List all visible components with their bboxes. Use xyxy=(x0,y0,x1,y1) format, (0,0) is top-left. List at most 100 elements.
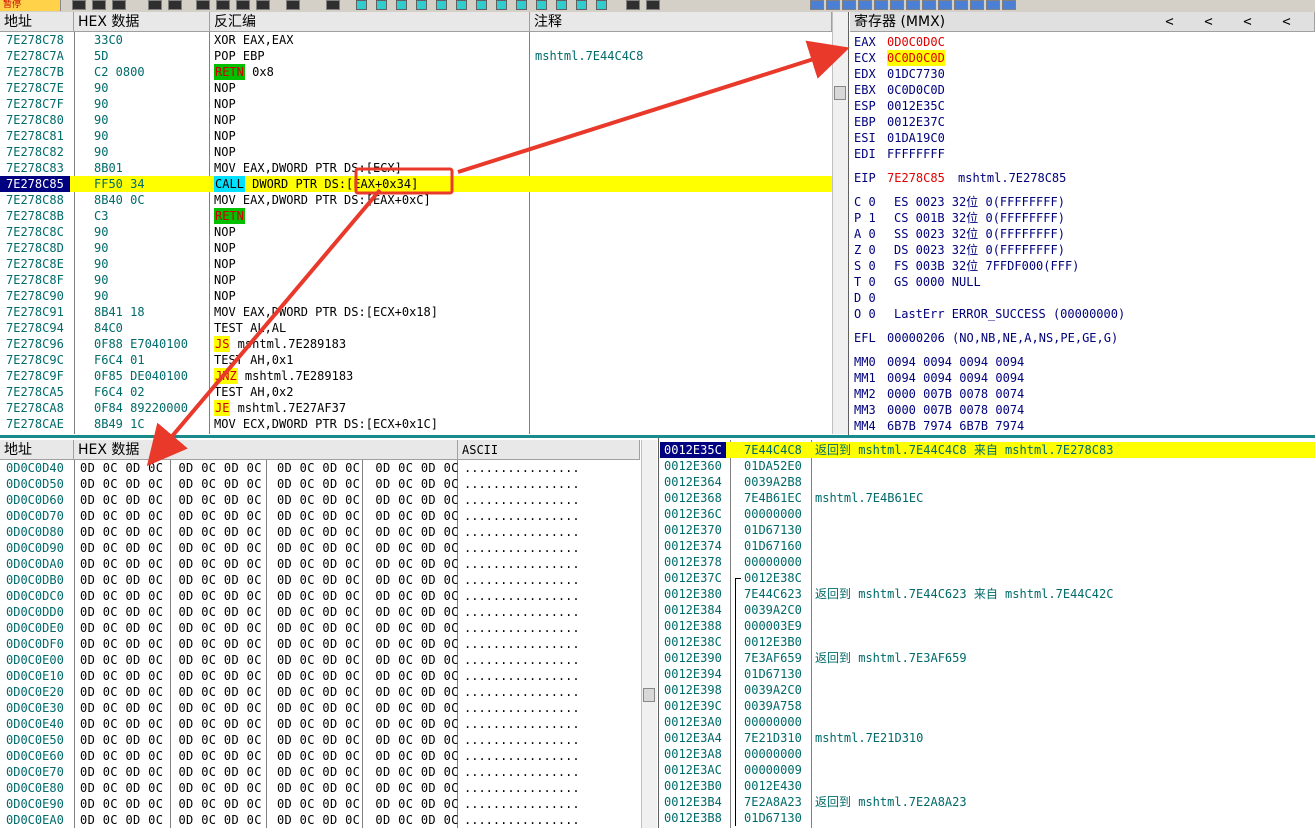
stack-address[interactable]: 0012E390 xyxy=(660,650,726,666)
toolbar-window-icon[interactable] xyxy=(826,0,840,10)
dump-address[interactable]: 0D0C0E20 xyxy=(6,684,64,700)
register-nav-arrow[interactable]: < xyxy=(1150,12,1189,31)
stack-address[interactable]: 0012E3B0 xyxy=(660,778,726,794)
dump-address[interactable]: 0D0C0E00 xyxy=(6,652,64,668)
dump-row[interactable]: 0D0C0D70 0D 0C 0D 0C 0D 0C 0D 0C 0D 0C 0D… xyxy=(0,508,640,524)
stack-row[interactable]: 0012E360 01DA52E0 xyxy=(660,458,1315,474)
stack-value[interactable]: 01D67160 xyxy=(744,538,802,554)
stack-value[interactable]: 00000000 xyxy=(744,554,802,570)
disasm-instruction[interactable]: RETN xyxy=(214,208,245,224)
dump-hex-bytes[interactable]: 0D 0C 0D 0C 0D 0C 0D 0C 0D 0C 0D 0C 0D 0… xyxy=(80,636,459,652)
toolbar-button-icon[interactable] xyxy=(72,0,86,10)
stack-row[interactable]: 0012E390 7E3AF659 返回到 mshtml.7E3AF659 xyxy=(660,650,1315,666)
disasm-instruction[interactable]: JE mshtml.7E27AF37 xyxy=(214,400,346,416)
toolbar-window-icon[interactable] xyxy=(1002,0,1016,10)
registers-header[interactable]: 寄存器 (MMX) <<<<< xyxy=(850,12,1315,32)
stack-pane[interactable]: 0012E35C 7E44C4C8 返回到 mshtml.7E44C4C8 来自 m… xyxy=(660,440,1315,828)
register-line[interactable]: T 0 GS 0000 NULL xyxy=(850,274,1315,290)
dump-address[interactable]: 0D0C0E30 xyxy=(6,700,64,716)
stack-address[interactable]: 0012E370 xyxy=(660,522,726,538)
stack-row[interactable]: 0012E3A8 00000000 xyxy=(660,746,1315,762)
dump-address[interactable]: 0D0C0E80 xyxy=(6,780,64,796)
toolbar-button-icon[interactable] xyxy=(256,0,270,10)
dump-ascii[interactable]: ................ xyxy=(464,700,580,716)
dump-ascii[interactable]: ................ xyxy=(464,460,580,476)
disasm-address[interactable]: 7E278C81 xyxy=(6,128,64,144)
register-line[interactable]: EIP 7E278C85 mshtml.7E278C85 xyxy=(850,170,1315,186)
disasm-row[interactable]: 7E278C82 90 NOP xyxy=(0,144,832,160)
disasm-instruction[interactable]: CALL DWORD PTR DS:[EAX+0x34] xyxy=(214,176,418,192)
toolbar-button-icon[interactable] xyxy=(168,0,182,10)
dump-scroll-thumb[interactable] xyxy=(643,688,655,702)
disasm-address[interactable]: 7E278C80 xyxy=(6,112,64,128)
disasm-row[interactable]: 7E278C80 90 NOP xyxy=(0,112,832,128)
register-nav-arrow[interactable]: < xyxy=(1267,12,1306,31)
stack-value[interactable]: 7E21D310 xyxy=(744,730,802,746)
disasm-row[interactable]: 7E278CA5 F6C4 02 TEST AH,0x2 xyxy=(0,384,832,400)
disasm-instruction[interactable]: MOV EAX,DWORD PTR DS:[ECX] xyxy=(214,160,402,176)
dump-hex-bytes[interactable]: 0D 0C 0D 0C 0D 0C 0D 0C 0D 0C 0D 0C 0D 0… xyxy=(80,732,459,748)
dump-hex-bytes[interactable]: 0D 0C 0D 0C 0D 0C 0D 0C 0D 0C 0D 0C 0D 0… xyxy=(80,812,459,828)
disasm-instruction[interactable]: XOR EAX,EAX xyxy=(214,32,293,48)
register-line[interactable]: EDX 01DC7730 xyxy=(850,66,1315,82)
disasm-row[interactable]: 7E278C7A 5D POP EBP mshtml.7E44C4C8 xyxy=(0,48,832,64)
stack-row[interactable]: 0012E3B4 7E2A8A23 返回到 mshtml.7E2A8A23 xyxy=(660,794,1315,810)
disasm-instruction[interactable]: NOP xyxy=(214,240,236,256)
disasm-row[interactable]: 7E278C91 8B41 18 MOV EAX,DWORD PTR DS:[ECX… xyxy=(0,304,832,320)
toolbar-window-icon[interactable] xyxy=(970,0,984,10)
dump-ascii[interactable]: ................ xyxy=(464,556,580,572)
toolbar-button-icon[interactable] xyxy=(456,0,467,10)
stack-row[interactable]: 0012E38C 0012E3B0 xyxy=(660,634,1315,650)
stack-row[interactable]: 0012E3A4 7E21D310 mshtml.7E21D310 xyxy=(660,730,1315,746)
register-line[interactable]: MM1 0094 0094 0094 0094 xyxy=(850,370,1315,386)
disasm-row[interactable]: 7E278C7B C2 0800 RETN 0x8 xyxy=(0,64,832,80)
stack-row[interactable]: 0012E370 01D67130 xyxy=(660,522,1315,538)
register-value[interactable]: ES 0023 32位 0(FFFFFFFF) xyxy=(894,194,1065,210)
dump-hex-bytes[interactable]: 0D 0C 0D 0C 0D 0C 0D 0C 0D 0C 0D 0C 0D 0… xyxy=(80,764,459,780)
stack-row[interactable]: 0012E3A0 00000000 xyxy=(660,714,1315,730)
disasm-address[interactable]: 7E278C8F xyxy=(6,272,64,288)
disasm-address[interactable]: 7E278C8D xyxy=(6,240,64,256)
dump-scrollbar[interactable] xyxy=(641,440,657,828)
dump-hex-bytes[interactable]: 0D 0C 0D 0C 0D 0C 0D 0C 0D 0C 0D 0C 0D 0… xyxy=(80,668,459,684)
stack-value[interactable]: 7E4B61EC xyxy=(744,490,802,506)
toolbar-button-icon[interactable] xyxy=(376,0,387,10)
register-value[interactable]: 00000206 (NO,NB,NE,A,NS,PE,GE,G) xyxy=(887,330,1118,346)
stack-value[interactable]: 01D67130 xyxy=(744,666,802,682)
disasm-instruction[interactable]: NOP xyxy=(214,256,236,272)
register-line[interactable]: EAX 0D0C0D0C xyxy=(850,34,1315,50)
dump-hex-bytes[interactable]: 0D 0C 0D 0C 0D 0C 0D 0C 0D 0C 0D 0C 0D 0… xyxy=(80,796,459,812)
dump-row[interactable]: 0D0C0E50 0D 0C 0D 0C 0D 0C 0D 0C 0D 0C 0D… xyxy=(0,732,640,748)
register-line[interactable]: Z 0 DS 0023 32位 0(FFFFFFFF) xyxy=(850,242,1315,258)
toolbar-window-icon[interactable] xyxy=(890,0,904,10)
dump-ascii[interactable]: ................ xyxy=(464,668,580,684)
disasm-row[interactable]: 7E278C9C F6C4 01 TEST AH,0x1 xyxy=(0,352,832,368)
register-line[interactable]: ECX 0C0D0C0D xyxy=(850,50,1315,66)
toolbar-button-icon[interactable] xyxy=(216,0,230,10)
disasm-row[interactable]: 7E278C8B C3 RETN xyxy=(0,208,832,224)
dump-row[interactable]: 0D0C0DA0 0D 0C 0D 0C 0D 0C 0D 0C 0D 0C 0D… xyxy=(0,556,640,572)
toolbar-button-icon[interactable] xyxy=(556,0,567,10)
register-value[interactable]: CS 001B 32位 0(FFFFFFFF) xyxy=(894,210,1065,226)
disasm-instruction[interactable]: NOP xyxy=(214,128,236,144)
stack-value[interactable]: 7E2A8A23 xyxy=(744,794,802,810)
stack-address[interactable]: 0012E374 xyxy=(660,538,726,554)
dump-header-hex[interactable]: HEX 数据 xyxy=(74,440,458,460)
disasm-row[interactable]: 7E278C7F 90 NOP xyxy=(0,96,832,112)
stack-row[interactable]: 0012E388 000003E9 xyxy=(660,618,1315,634)
dump-row[interactable]: 0D0C0D40 0D 0C 0D 0C 0D 0C 0D 0C 0D 0C 0D… xyxy=(0,460,640,476)
toolbar-button-icon[interactable] xyxy=(286,0,300,10)
stack-value[interactable]: 7E3AF659 xyxy=(744,650,802,666)
toolbar-window-icon[interactable] xyxy=(922,0,936,10)
stack-value[interactable]: 0039A2C0 xyxy=(744,682,802,698)
stack-value[interactable]: 000003E9 xyxy=(744,618,802,634)
register-value[interactable]: 0000 007B 0078 0074 xyxy=(887,402,1024,418)
toolbar-window-icon[interactable] xyxy=(938,0,952,10)
disasm-address[interactable]: 7E278C90 xyxy=(6,288,64,304)
disassembly-pane[interactable]: 7E278C78 33C0 XOR EAX,EAX 7E278C7A 5D POP EBP… xyxy=(0,32,832,434)
stack-value[interactable]: 00000009 xyxy=(744,762,802,778)
stack-value[interactable]: 0039A2C0 xyxy=(744,602,802,618)
dump-row[interactable]: 0D0C0E30 0D 0C 0D 0C 0D 0C 0D 0C 0D 0C 0D… xyxy=(0,700,640,716)
stack-row[interactable]: 0012E3AC 00000009 xyxy=(660,762,1315,778)
disasm-instruction[interactable]: MOV EAX,DWORD PTR DS:[ECX+0x18] xyxy=(214,304,438,320)
